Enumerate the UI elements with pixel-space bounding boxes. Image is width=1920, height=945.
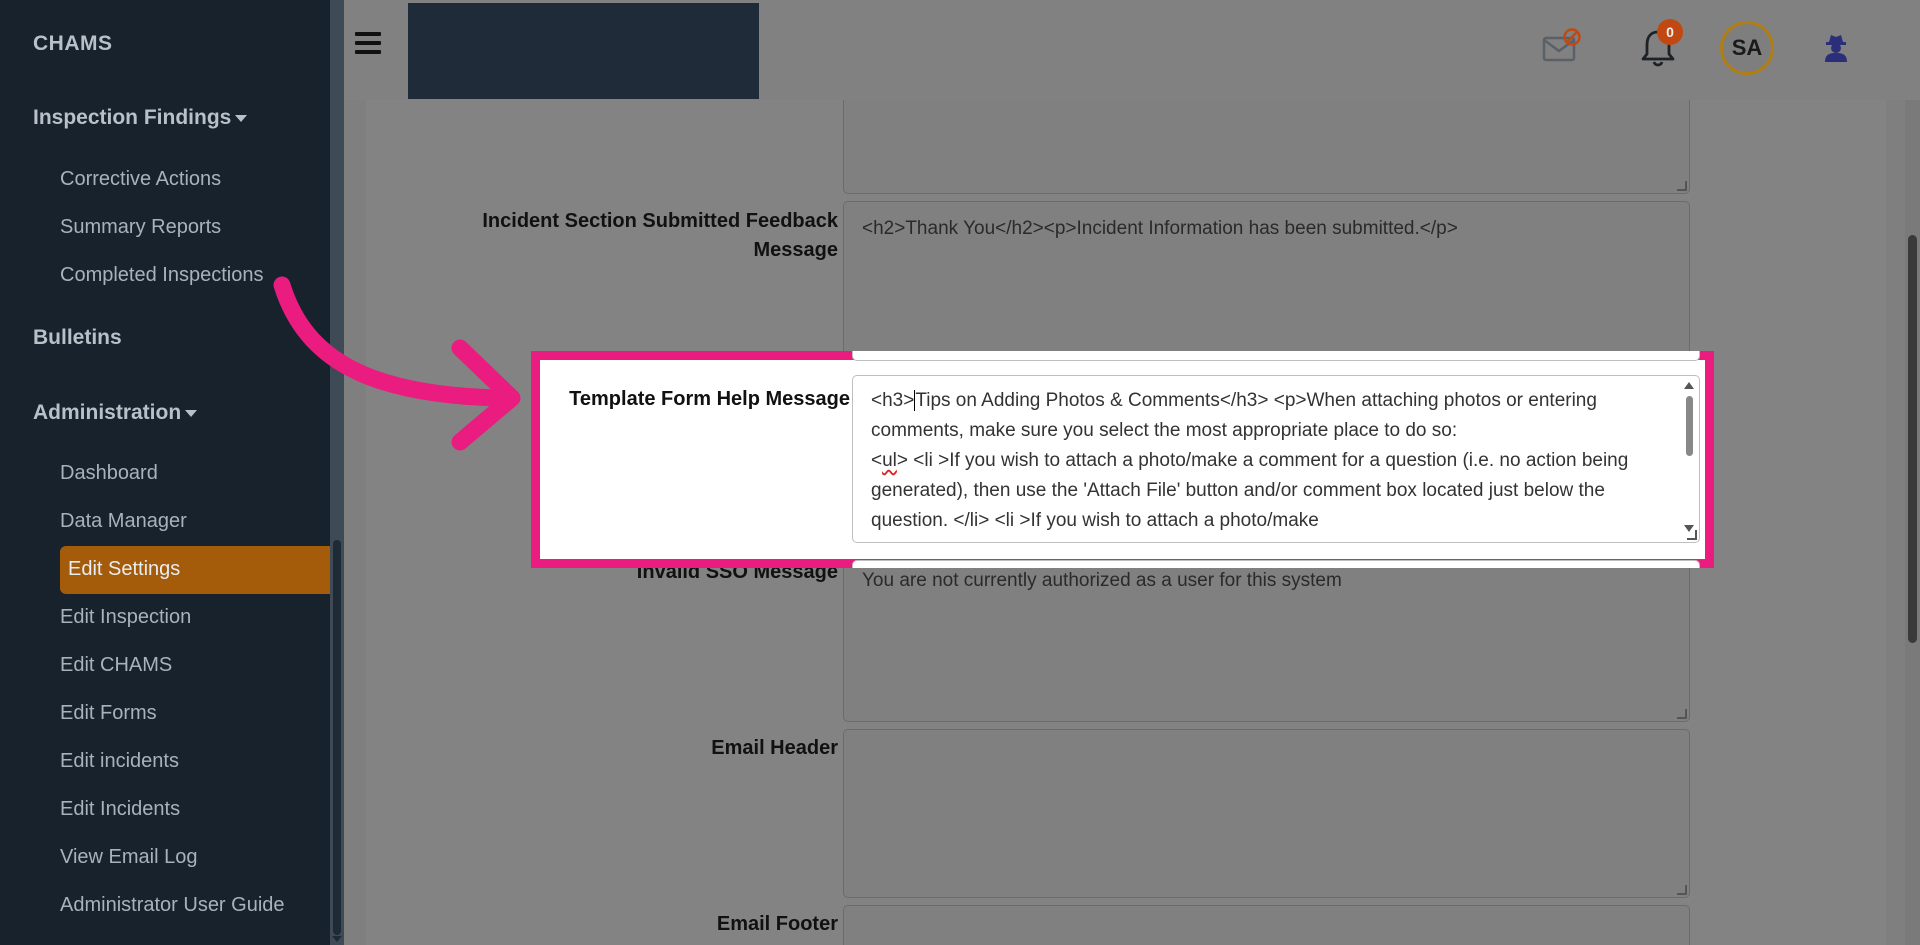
template-help-text-2b: > <li >If you wish to attach a photo/mak… bbox=[871, 450, 1629, 531]
resize-handle-icon[interactable] bbox=[1687, 530, 1697, 540]
invalid-sso-value: You are not currently authorized as a us… bbox=[862, 570, 1342, 591]
brand-title[interactable]: CHAMS bbox=[33, 32, 113, 56]
invalid-sso-textarea-edge bbox=[852, 560, 1700, 568]
sidebar-item-admin-user-guide[interactable]: Administrator User Guide bbox=[60, 894, 285, 917]
sidebar-item-data-manager[interactable]: Data Manager bbox=[60, 510, 187, 533]
template-help-text-1b: Tips on Adding Photos & Comments</h3> <p… bbox=[871, 390, 1597, 441]
scroll-up-icon[interactable] bbox=[1684, 382, 1694, 389]
sidebar-section-administration[interactable]: Administration bbox=[33, 401, 198, 425]
sidebar-section-inspection-findings[interactable]: Inspection Findings bbox=[33, 106, 248, 130]
email-footer-textarea[interactable] bbox=[843, 905, 1690, 945]
notification-badge: 0 bbox=[1657, 19, 1683, 45]
invalid-sso-textarea[interactable]: You are not currently authorized as a us… bbox=[843, 553, 1690, 722]
caret-down-icon bbox=[235, 114, 248, 122]
sidebar: CHAMS Inspection Findings Corrective Act… bbox=[0, 0, 330, 945]
sidebar-section-bulletins[interactable]: Bulletins bbox=[33, 326, 122, 350]
sidebar-item-completed-inspections[interactable]: Completed Inspections bbox=[60, 264, 263, 287]
template-help-textarea[interactable]: <h3>Tips on Adding Photos & Comments</h3… bbox=[852, 375, 1700, 543]
avatar[interactable]: SA bbox=[1720, 21, 1774, 75]
sidebar-item-edit-incidents[interactable]: Edit Incidents bbox=[60, 798, 180, 821]
caret-down-icon bbox=[185, 409, 198, 417]
page-scroll-thumb[interactable] bbox=[1908, 235, 1917, 643]
email-header-label: Email Header bbox=[711, 737, 838, 759]
incident-feedback-textarea-edge bbox=[852, 351, 1700, 361]
sidebar-item-edit-inspection[interactable]: Edit Inspection bbox=[60, 606, 191, 629]
textarea-scrollbar[interactable] bbox=[1683, 382, 1695, 532]
sidebar-section-label: Administration bbox=[33, 401, 182, 424]
template-help-text-2a: < bbox=[871, 450, 883, 471]
email-header-textarea[interactable] bbox=[843, 729, 1690, 898]
resize-handle-icon[interactable] bbox=[1677, 181, 1687, 191]
sidebar-scroll-thumb[interactable] bbox=[333, 540, 341, 935]
textarea-scroll-thumb[interactable] bbox=[1686, 396, 1693, 456]
email-footer-label: Email Footer bbox=[716, 913, 838, 935]
template-help-label: Template Form Help Message bbox=[569, 388, 850, 410]
sidebar-item-view-email-log[interactable]: View Email Log bbox=[60, 846, 197, 869]
sidebar-item-corrective-actions[interactable]: Corrective Actions bbox=[60, 168, 221, 191]
sidebar-section-label: Inspection Findings bbox=[33, 106, 232, 129]
mail-blocked-icon[interactable] bbox=[1542, 28, 1582, 64]
page-scrollbar[interactable] bbox=[1905, 100, 1920, 945]
user-secret-icon[interactable] bbox=[1822, 32, 1850, 62]
sidebar-item-summary-reports[interactable]: Summary Reports bbox=[60, 216, 221, 239]
scroll-down-icon[interactable] bbox=[332, 936, 342, 942]
highlighted-template-help-field: Template Form Help Message <h3>Tips on A… bbox=[531, 351, 1714, 568]
incident-feedback-value: <h2>Thank You</h2><p>Incident Informatio… bbox=[862, 218, 1458, 239]
incident-feedback-label: Incident Section Submitted Feedback Mess… bbox=[482, 210, 838, 261]
logo-placeholder bbox=[408, 3, 759, 99]
sidebar-item-dashboard[interactable]: Dashboard bbox=[60, 462, 158, 485]
sidebar-item-edit-incidents-lower[interactable]: Edit incidents bbox=[60, 750, 179, 773]
sidebar-item-edit-forms[interactable]: Edit Forms bbox=[60, 702, 157, 725]
resize-handle-icon[interactable] bbox=[1677, 885, 1687, 895]
resize-handle-icon[interactable] bbox=[1677, 709, 1687, 719]
callout-arrow-icon bbox=[273, 276, 521, 451]
template-help-text-1a: <h3> bbox=[871, 390, 915, 411]
sidebar-item-edit-settings[interactable]: Edit Settings bbox=[60, 546, 330, 594]
sidebar-item-edit-chams[interactable]: Edit CHAMS bbox=[60, 654, 172, 677]
sidebar-scrollbar[interactable] bbox=[330, 0, 344, 945]
spellcheck-word: ul bbox=[882, 450, 897, 471]
previous-setting-textarea[interactable] bbox=[843, 100, 1690, 194]
hamburger-menu-icon[interactable] bbox=[355, 32, 381, 54]
incident-feedback-textarea[interactable]: <h2>Thank You</h2><p>Incident Informatio… bbox=[843, 201, 1690, 369]
